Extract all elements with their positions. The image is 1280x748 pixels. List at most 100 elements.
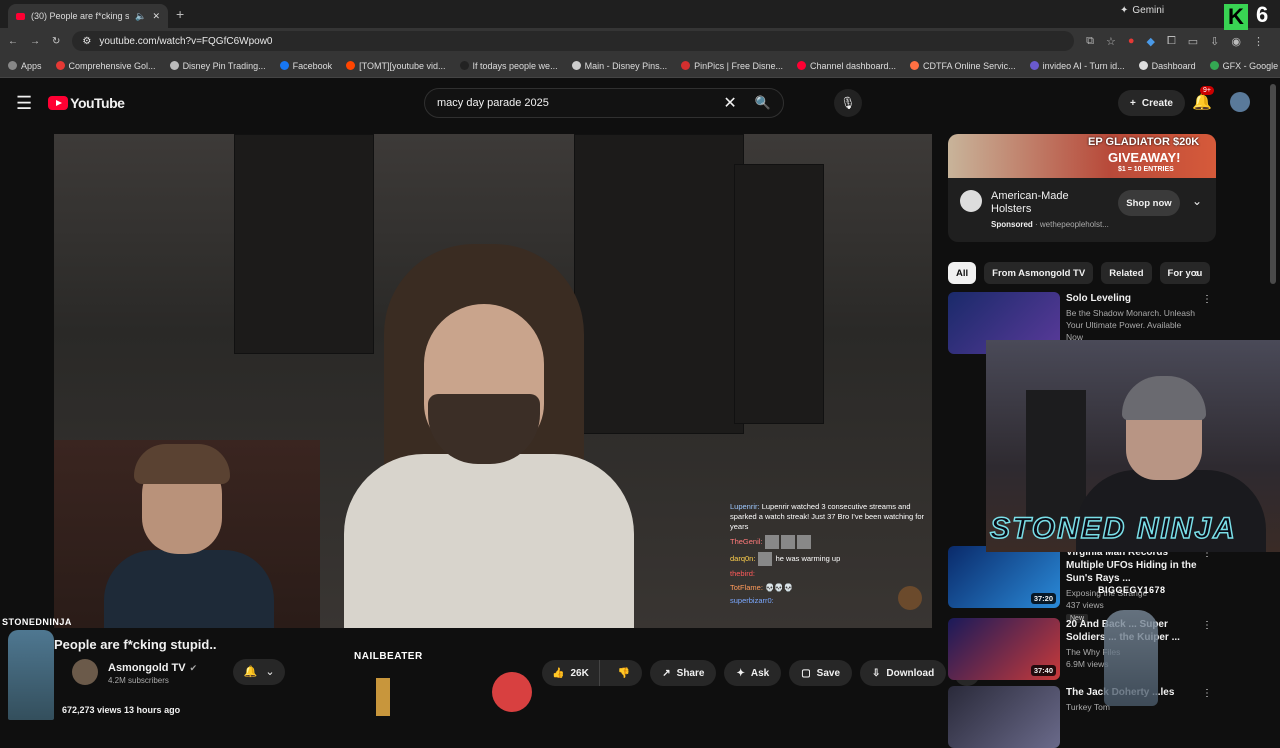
share-button[interactable]: ↗ Share <box>650 660 717 686</box>
save-button[interactable]: ▢ Save <box>789 660 853 686</box>
recommended-video[interactable]: The Jack Doherty ...lesTurkey Tom⋮ <box>948 686 1212 748</box>
video-thumbnail[interactable]: 37:40 <box>948 618 1060 680</box>
back-icon[interactable]: ← <box>8 36 18 47</box>
chevron-down-icon: ⌄ <box>265 666 275 678</box>
filter-chip[interactable]: For you <box>1159 262 1211 284</box>
bookmark-item[interactable]: PinPics | Free Disne... <box>681 61 783 71</box>
forward-icon[interactable]: → <box>30 36 40 47</box>
facecam-hair <box>134 444 230 484</box>
sponsored-ad-card[interactable]: EP GLADIATOR $20K GIVEAWAY! $1 = 10 ENTR… <box>948 134 1216 242</box>
shop-now-button[interactable]: Shop now <box>1118 190 1180 216</box>
ad-title[interactable]: American-Made Holsters <box>991 190 1111 216</box>
bookmarks-bar: Apps Comprehensive Gol... Disney Pin Tradi… <box>0 54 1280 78</box>
site-info-icon[interactable]: ⚙ <box>82 36 91 47</box>
bookmark-item[interactable]: Dashboard <box>1138 60 1196 71</box>
chevron-right-icon[interactable]: › <box>1195 266 1199 280</box>
youtube-play-icon <box>48 96 69 110</box>
bookmark-item[interactable]: [TOMT][youtube vid... <box>346 61 446 71</box>
address-bar[interactable]: ⚙ youtube.com/watch?v=FQGfC6Wpow0 <box>72 31 1075 51</box>
voice-search-mic-icon[interactable]: 🎙 <box>834 89 862 117</box>
like-button[interactable]: 👍 26K <box>542 660 600 686</box>
bookmark-label: Dashboard <box>1151 60 1196 71</box>
chevron-down-icon[interactable]: ⌄ <box>1192 194 1202 208</box>
extension-icon[interactable]: ● <box>1128 35 1135 48</box>
like-count: 26K <box>570 667 589 679</box>
search-input[interactable] <box>437 97 724 109</box>
robot-sprite-overlay <box>8 630 54 720</box>
channel-name[interactable]: Asmongold TV <box>108 662 186 674</box>
filter-chip[interactable]: All <box>948 262 977 284</box>
clear-search-icon[interactable]: ✕ <box>723 93 736 113</box>
video-menu-icon[interactable]: ⋮ <box>1202 620 1212 631</box>
duration-badge: 37:20 <box>1030 593 1056 604</box>
ask-label: Ask <box>750 667 770 679</box>
new-tab-button[interactable]: + <box>176 6 184 22</box>
download-label: Download <box>886 667 935 679</box>
youtube-header: ☰ YouTube ✕ 🔍 🎙 + Create 🔔9+ <box>0 78 1280 128</box>
sidebar-icon[interactable]: ▭ <box>1188 35 1198 48</box>
ask-button[interactable]: ✦ Ask <box>724 660 782 686</box>
subscription-bell-button[interactable]: 🔔 ⌄ <box>233 658 286 685</box>
page-scrollbar[interactable] <box>1270 84 1276 284</box>
bookmark-item[interactable]: Apps <box>8 61 42 71</box>
notifications-bell-icon[interactable]: 🔔 9+ <box>1192 86 1214 112</box>
menu-dots-icon[interactable]: ⋮ <box>1253 35 1264 48</box>
bookmark-star-icon[interactable]: ☆ <box>1106 35 1116 48</box>
youtube-logo[interactable]: YouTube <box>48 95 125 111</box>
video-menu-icon[interactable]: ⋮ <box>1202 688 1212 699</box>
chat-message: darq0n: he was warming up <box>730 552 930 567</box>
save-label: Save <box>816 667 841 679</box>
bookmark-item[interactable]: GFX - Google Drive <box>1209 61 1280 71</box>
url-text: youtube.com/watch?v=FQGfC6Wpow0 <box>99 35 273 47</box>
account-avatar[interactable] <box>1230 92 1250 112</box>
filter-chip[interactable]: Related <box>1101 262 1152 284</box>
bookmark-item[interactable]: If todays people we... <box>459 61 558 71</box>
search-icon[interactable]: 🔍 <box>755 95 771 111</box>
filter-chip[interactable]: From Asmongold TV <box>984 262 1094 284</box>
create-button[interactable]: + Create <box>1118 90 1185 116</box>
reactor-beanie <box>1122 376 1206 420</box>
bookmark-item[interactable]: Comprehensive Gol... <box>55 60 156 71</box>
reload-icon[interactable]: ↻ <box>52 36 60 47</box>
dislike-button[interactable]: 👎 <box>606 660 642 686</box>
video-player[interactable]: Lupenrir: Lupenrir watched 3 consecutive… <box>54 134 932 628</box>
share-label: Share <box>676 667 705 679</box>
extension-icon[interactable]: ◆ <box>1146 35 1154 48</box>
character-sprite-overlay <box>1104 610 1158 706</box>
ad-banner-image[interactable]: EP GLADIATOR $20K GIVEAWAY! $1 = 10 ENTR… <box>948 134 1216 178</box>
bookmark-item[interactable]: Facebook <box>279 61 332 71</box>
bookmark-label: Comprehensive Gol... <box>68 60 156 71</box>
bookmark-item[interactable]: CDTFA Online Servic... <box>910 61 1016 71</box>
character-sprite-overlay <box>376 678 390 716</box>
bookmark-item[interactable]: Main - Disney Pins... <box>571 61 667 71</box>
close-tab-icon[interactable]: ✕ <box>152 11 160 22</box>
hamburger-menu-icon[interactable]: ☰ <box>16 93 32 114</box>
share-arrow-icon: ↗ <box>662 667 671 679</box>
bookmark-item[interactable]: invideo AI - Turn id... <box>1029 61 1125 71</box>
profile-icon[interactable]: ◉ <box>1231 35 1241 48</box>
bookmark-item[interactable]: Disney Pin Trading... <box>169 61 266 71</box>
channel-watermark-icon[interactable] <box>898 586 922 610</box>
video-thumbnail[interactable] <box>948 686 1060 748</box>
bookmark-favicon-icon <box>346 61 356 70</box>
video-menu-icon[interactable]: ⋮ <box>1202 294 1212 305</box>
filter-chips: All From Asmongold TV Related For you <box>948 262 1211 284</box>
bookmark-favicon-icon <box>279 61 289 70</box>
extensions-puzzle-icon[interactable]: ⧠ <box>1167 35 1176 48</box>
toolbar-icons: ⧉ ☆ ● ◆ ⧠ ▭ ⇩ ◉ ⋮ <box>1086 35 1272 48</box>
speaker-icon[interactable]: 🔈 <box>135 11 146 22</box>
video-thumbnail[interactable]: 37:20 <box>948 546 1060 608</box>
install-icon[interactable]: ⧉ <box>1086 35 1094 48</box>
stoned-ninja-overlay-title: STONED NINJA <box>989 511 1237 546</box>
notification-count-badge: 9+ <box>1200 86 1214 95</box>
bookmark-label: Channel dashboard... <box>809 60 897 71</box>
gemini-button[interactable]: ✦ Gemini <box>1120 5 1164 16</box>
download-button[interactable]: ⇩ Download <box>860 660 947 686</box>
bookmark-item[interactable]: Channel dashboard... <box>796 60 897 71</box>
download-icon[interactable]: ⇩ <box>1210 35 1219 48</box>
channel-avatar[interactable] <box>72 658 98 685</box>
recommended-video[interactable]: 37:4020 And Back ... Super Soldiers ... … <box>948 618 1212 680</box>
video-title[interactable]: Solo Leveling <box>1066 292 1200 305</box>
bookmark-favicon-icon <box>169 61 179 70</box>
browser-tab[interactable]: (30) People are f*cking stup... 🔈 ✕ <box>8 4 168 28</box>
